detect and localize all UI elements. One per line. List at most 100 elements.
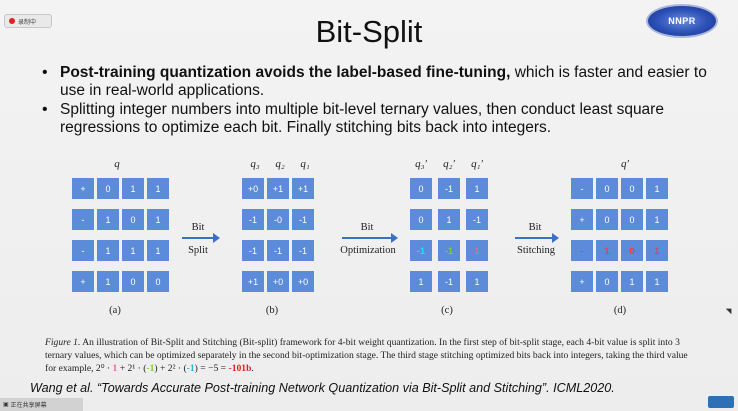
grid-a-row: - 1 0 1 [72,209,169,230]
share-icon: ▣ [3,402,9,408]
grid-cell-highlight: - [571,240,593,261]
grid-cell: -1 [267,240,289,261]
arrow-3-bottom-label: Stitching [517,245,555,256]
slide: 录制中 NNPR Bit-Split Post-training quantiz… [0,0,738,411]
subfig-label-d: (d) [613,305,627,316]
grid-cell: + [72,178,94,199]
mouse-cursor-icon [725,305,735,315]
grid-cell: 0 [410,178,432,199]
grid-b: +0 +1 +1 -1 -0 -1 -1 -1 -1 +1 +0 +0 [242,178,314,302]
grid-cell: 1 [147,240,169,261]
grid-cell: - [72,240,94,261]
grid-d-row: + 0 0 1 [571,209,668,230]
arrow-2-bottom-label: Optimization [340,245,396,256]
grid-d-row: + 0 1 1 [571,271,668,292]
grid-cell-highlight: -1 [410,240,432,261]
arrow-right-icon [182,233,220,243]
grid-a-row: + 1 0 0 [72,271,169,292]
grid-cell: + [571,209,593,230]
grid-cell: 1 [122,240,144,261]
grid-cell: +0 [292,271,314,292]
formula-part: + 2¹ · ( [117,363,147,374]
share-label: 正在共享屏幕 [10,403,47,409]
grid-c: 0 -1 1 0 1 -1 -1 -1 1 1 -1 1 [410,178,488,302]
grid-cell-highlight: 0 [621,240,643,261]
grid-cell: 0 [621,178,643,199]
grid-cell: -1 [292,240,314,261]
grid-cell: 1 [621,271,643,292]
grid-cell: -1 [466,209,488,230]
grid-cell: +0 [267,271,289,292]
grid-cell: 0 [621,209,643,230]
grid-cell-highlight: 1 [646,240,668,261]
grid-cell: 1 [438,209,460,230]
grid-cell: 1 [410,271,432,292]
grid-cell: 1 [147,209,169,230]
grid-a: + 0 1 1 - 1 0 1 - 1 1 1 + 1 0 0 [72,178,169,302]
figure-caption: Figure 1. An illustration of Bit-Split a… [45,336,695,375]
grid-cell: +1 [242,271,264,292]
grid-cell: 0 [410,209,432,230]
grid-cell-highlight: -1 [438,240,460,261]
grid-d-row: - 1 0 1 [571,240,668,261]
grid-cell: 1 [122,178,144,199]
grid-cell: 0 [596,271,618,292]
subfig-label-c: (c) [441,305,453,316]
header-q-prime: q′ [621,158,629,170]
header-q3-prime: q₃′ [415,158,427,170]
bullet-2-text: Splitting integer numbers into multiple … [60,101,664,136]
grid-cell: 0 [596,178,618,199]
grid-cell: - [72,209,94,230]
grid-b-row: -1 -1 -1 [242,240,314,261]
grid-cell: 0 [97,178,119,199]
grid-cell: -1 [292,209,314,230]
grid-cell: +1 [292,178,314,199]
grid-b-row: +1 +0 +0 [242,271,314,292]
grid-cell: 1 [466,178,488,199]
bullet-list: Post-training quantization avoids the la… [40,64,720,138]
grid-cell: -1 [438,271,460,292]
grid-cell: - [571,178,593,199]
grid-cell: 0 [122,271,144,292]
arrow-3-top-label: Bit [528,222,542,233]
grid-c-row: -1 -1 1 [410,240,488,261]
arrow-right-icon [515,233,559,243]
subfig-label-b: (b) [265,305,279,316]
formula-result: -101b [228,363,252,374]
header-q: q [114,158,120,170]
arrow-1-bottom-label: Split [188,245,208,256]
grid-cell: -0 [267,209,289,230]
caption-formula: 2⁰ · 1 + 2¹ · (-1) + 2² · (-1) = −5 = -1… [96,363,254,374]
grid-cell: +0 [242,178,264,199]
grid-c-row: 0 1 -1 [410,209,488,230]
grid-cell: 1 [466,271,488,292]
grid-cell: 1 [646,209,668,230]
header-q2: q₂ [275,158,285,170]
arrow-1-top-label: Bit [191,222,205,233]
bullet-2: Splitting integer numbers into multiple … [40,101,720,137]
grid-cell: + [571,271,593,292]
arrow-right-icon [342,233,398,243]
grid-cell: -1 [242,209,264,230]
screen-share-bar[interactable]: ▣ 正在共享屏幕 [0,398,83,411]
subfig-label-a: (a) [109,305,121,316]
grid-c-row: 0 -1 1 [410,178,488,199]
formula-value-3: -1 [186,363,195,374]
grid-cell-highlight: 1 [596,240,618,261]
caption-fig: Figure 1. [45,337,81,348]
header-q3: q₃ [250,158,260,170]
formula-part: 2⁰ · [95,363,113,374]
formula-part: ) = −5 = [194,363,229,374]
grid-cell: 1 [97,271,119,292]
header-q1: q₁ [300,158,310,170]
slide-title: Bit-Split [315,14,423,49]
formula-part: ) + 2² · ( [154,363,187,374]
grid-cell: 1 [147,178,169,199]
grid-cell: -1 [438,178,460,199]
corner-button[interactable] [708,396,734,408]
citation: Wang et al. “Towards Accurate Post-train… [30,381,615,395]
arrow-2-top-label: Bit [360,222,374,233]
header-q1-prime: q₁′ [471,158,483,170]
bullet-1-bold: Post-training quantization avoids the la… [60,64,511,81]
grid-cell: 1 [97,240,119,261]
